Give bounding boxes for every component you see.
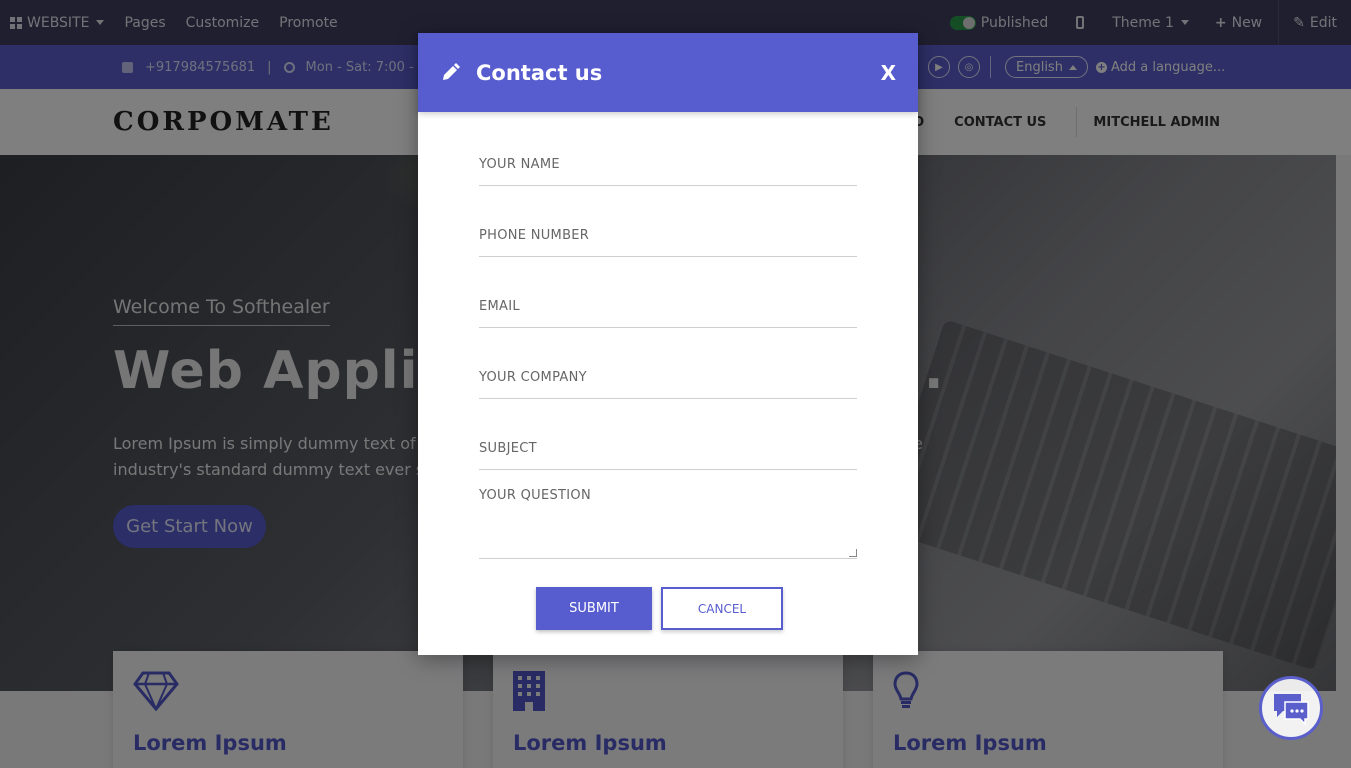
cancel-button[interactable]: CANCEL (661, 587, 783, 630)
company-field[interactable] (479, 369, 857, 385)
contact-form (479, 143, 857, 559)
resize-handle-icon[interactable] (849, 549, 857, 557)
modal-title: Contact us (476, 60, 603, 85)
email-field[interactable] (479, 298, 857, 314)
contact-modal: Contact us X SUBMIT CANCEL (418, 33, 918, 655)
phone-field[interactable] (479, 227, 857, 243)
question-field[interactable] (479, 484, 857, 558)
close-button[interactable]: X (881, 61, 896, 85)
modal-header: Contact us X (418, 33, 918, 112)
submit-button[interactable]: SUBMIT (536, 587, 652, 630)
live-chat-button[interactable] (1259, 676, 1323, 740)
pencil-icon (443, 62, 460, 80)
subject-field[interactable] (479, 440, 857, 456)
name-field[interactable] (479, 156, 857, 172)
chat-icon (1274, 694, 1309, 725)
